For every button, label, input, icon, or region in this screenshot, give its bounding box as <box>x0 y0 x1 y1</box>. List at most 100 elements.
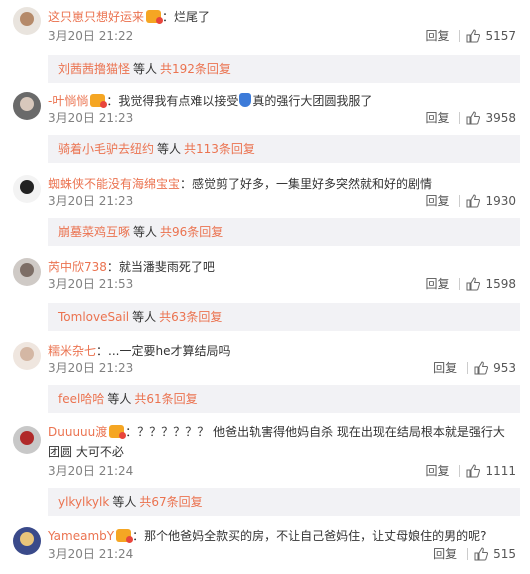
comment-text: 烂尾了 <box>174 10 211 24</box>
reply-etc: 等人 <box>133 62 158 76</box>
avatar[interactable] <box>13 92 41 120</box>
divider <box>467 548 469 560</box>
reply-summary[interactable]: TomloveSail 等人 共63条回复 <box>48 303 520 331</box>
comment-time: 3月20日 21:53 <box>48 277 134 291</box>
divider <box>459 278 461 290</box>
avatar[interactable] <box>13 426 41 454</box>
comment-username[interactable]: Duuuuu渡 <box>48 425 107 439</box>
comment-username[interactable]: 芮中欣738 <box>48 260 107 274</box>
comment-text-end: 真的强行大团圆我服了 <box>252 94 373 108</box>
colon-separator: ： <box>180 177 193 191</box>
reply-button[interactable]: 回复 <box>433 547 457 561</box>
like-button[interactable]: 5157 <box>466 29 516 43</box>
comment-time: 3月20日 21:23 <box>48 361 134 375</box>
comment-username[interactable]: 这只崽只想好运来 <box>48 10 144 24</box>
reply-button[interactable]: 回复 <box>433 361 457 375</box>
comment-time: 3月20日 21:23 <box>48 194 134 208</box>
avatar[interactable] <box>13 7 41 35</box>
reply-count-link[interactable]: 共96条回复 <box>160 225 223 239</box>
comment-list: 这只崽只想好运来 ：烂尾了 3月20日 21:22 回复 5157 刘茜茜撸猫怪 等人… <box>0 0 530 574</box>
reply-etc: 等人 <box>133 225 158 239</box>
reply-button[interactable]: 回复 <box>425 277 449 291</box>
avatar[interactable] <box>13 342 41 370</box>
reply-etc: 等人 <box>107 392 132 406</box>
comment-text: 那个他爸妈全款买的房，不让自己爸妈住，让丈母娘住的男的呢? <box>144 529 487 543</box>
like-count: 3958 <box>485 111 516 125</box>
thumbs-up-icon <box>474 361 489 375</box>
thumbs-up-icon <box>474 547 489 561</box>
like-button[interactable]: 1930 <box>466 194 516 208</box>
reply-username[interactable]: 崩墓菜鸡互啄 <box>58 225 130 239</box>
vip-badge-icon <box>90 94 108 108</box>
reply-button[interactable]: 回复 <box>425 111 449 125</box>
reply-count-link[interactable]: 共63条回复 <box>159 310 222 324</box>
comment-text-start: 我觉得我有点难以接受 <box>118 94 239 108</box>
comment-time: 3月20日 21:24 <box>48 547 134 561</box>
divider <box>459 465 461 477</box>
colon-separator: ： <box>162 10 175 24</box>
reply-summary[interactable]: 刘茜茜撸猫怪 等人 共192条回复 <box>48 55 520 83</box>
colon-separator: ： <box>96 344 109 358</box>
like-button[interactable]: 515 <box>474 547 516 561</box>
like-count: 1111 <box>485 464 516 478</box>
avatar[interactable] <box>13 258 41 286</box>
comment-username[interactable]: 糯米杂七 <box>48 344 96 358</box>
reply-summary[interactable]: feel哈哈 等人 共61条回复 <box>48 385 520 413</box>
reply-button[interactable]: 回复 <box>425 29 449 43</box>
reply-username[interactable]: TomloveSail <box>58 310 129 324</box>
reply-summary[interactable]: ylkylkylk 等人 共67条回复 <box>48 488 520 516</box>
thumbs-up-icon <box>466 464 481 478</box>
comment-username[interactable]: YameambY <box>48 529 114 543</box>
divider <box>459 195 461 207</box>
like-button[interactable]: 1111 <box>466 464 516 478</box>
reply-etc: 等人 <box>132 310 157 324</box>
thumbs-up-icon <box>466 29 481 43</box>
reply-count-link[interactable]: 共67条回复 <box>139 495 202 509</box>
comment-time: 3月20日 21:22 <box>48 29 134 43</box>
like-count: 5157 <box>485 29 516 43</box>
reply-username[interactable]: 骑着小毛驴去纽约 <box>58 142 154 156</box>
like-count: 515 <box>493 547 516 561</box>
reply-username[interactable]: 刘茜茜撸猫怪 <box>58 62 130 76</box>
like-button[interactable]: 953 <box>474 361 516 375</box>
reply-etc: 等人 <box>112 495 137 509</box>
vip-badge-icon <box>116 529 134 543</box>
comment-text: 感觉剪了好多，一集里好多突然就和好的剧情 <box>192 177 433 191</box>
like-button[interactable]: 3958 <box>466 111 516 125</box>
thumbs-up-icon <box>466 194 481 208</box>
reply-button[interactable]: 回复 <box>425 194 449 208</box>
like-count: 1598 <box>485 277 516 291</box>
colon-separator: ： <box>106 260 119 274</box>
avatar[interactable] <box>13 527 41 555</box>
thumbs-up-icon <box>466 277 481 291</box>
avatar[interactable] <box>13 175 41 203</box>
vip-badge-icon <box>109 425 127 439</box>
like-button[interactable]: 1598 <box>466 277 516 291</box>
bottle-emoji-icon <box>239 93 252 107</box>
comment-time: 3月20日 21:24 <box>48 464 134 478</box>
comment-username[interactable]: -叶惝惝 <box>48 94 88 108</box>
reply-summary[interactable]: 崩墓菜鸡互啄 等人 共96条回复 <box>48 218 520 246</box>
reply-count-link[interactable]: 共192条回复 <box>160 62 231 76</box>
reply-count-link[interactable]: 共61条回复 <box>134 392 197 406</box>
comment-text: ...一定要he才算结局吗 <box>108 344 231 358</box>
reply-username[interactable]: feel哈哈 <box>58 392 104 406</box>
reply-etc: 等人 <box>157 142 182 156</box>
divider <box>459 112 461 124</box>
reply-username[interactable]: ylkylkylk <box>58 495 109 509</box>
like-count: 1930 <box>485 194 516 208</box>
reply-count-link[interactable]: 共113条回复 <box>184 142 255 156</box>
thumbs-up-icon <box>466 111 481 125</box>
reply-button[interactable]: 回复 <box>425 464 449 478</box>
colon-separator: ： <box>125 425 138 439</box>
divider <box>467 362 469 374</box>
comment-text: 就当潘斐雨死了吧 <box>118 260 215 274</box>
colon-separator: ： <box>132 529 145 543</box>
comment-username[interactable]: 蜘蛛侠不能没有海绵宝宝 <box>48 177 180 191</box>
reply-summary[interactable]: 骑着小毛驴去纽约 等人 共113条回复 <box>48 135 520 163</box>
divider <box>459 30 461 42</box>
like-count: 953 <box>493 361 516 375</box>
vip-badge-icon <box>146 10 164 24</box>
comment-time: 3月20日 21:23 <box>48 111 134 125</box>
colon-separator: ： <box>106 94 119 108</box>
